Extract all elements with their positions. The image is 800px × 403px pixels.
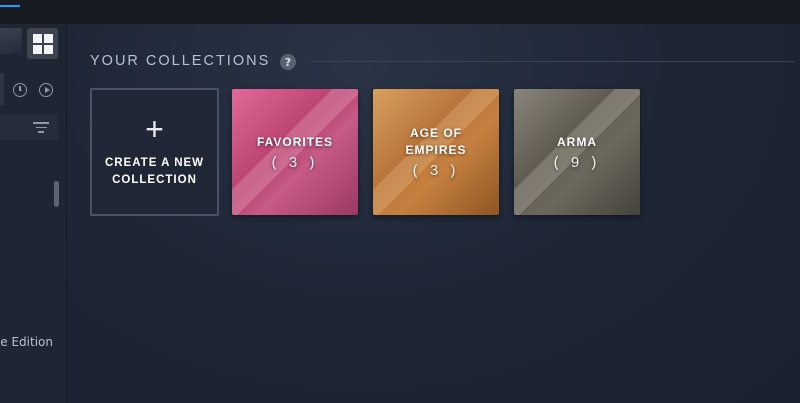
section-title: YOUR COLLECTIONS	[90, 53, 271, 69]
collection-name: FAVORITES	[256, 134, 334, 149]
collection-name: ARMA	[557, 134, 597, 149]
sidebar-game-item[interactable]: ve Edition	[0, 335, 66, 351]
collection-count: ( 9 )	[553, 153, 601, 171]
collections-view: YOUR COLLECTIONS ? + CREATE A NEW COLLEC…	[67, 24, 800, 403]
section-divider	[311, 61, 795, 62]
active-tab-indicator	[0, 5, 20, 7]
sidebar: ve Edition	[0, 24, 67, 403]
create-collection-button[interactable]: + CREATE A NEW COLLECTION	[90, 88, 219, 216]
clock-icon[interactable]	[13, 83, 27, 97]
create-collection-label: CREATE A NEW COLLECTION	[104, 157, 205, 186]
sidebar-search-field[interactable]	[0, 73, 4, 105]
collection-name: AGE OF EMPIRES	[405, 126, 467, 157]
filter-icon[interactable]	[33, 122, 49, 134]
grid-view-button[interactable]	[27, 28, 58, 59]
collection-tile-age-of-empires[interactable]: AGE OF EMPIRES ( 3 )	[373, 89, 499, 215]
collection-tile-arma[interactable]: ARMA ( 9 )	[514, 89, 640, 215]
collection-count: ( 3 )	[271, 153, 319, 171]
filter-row[interactable]	[0, 114, 58, 140]
sidebar-thumbnail[interactable]	[0, 28, 22, 54]
collection-tile-favorites[interactable]: FAVORITES ( 3 )	[232, 89, 358, 215]
sidebar-scrollbar[interactable]	[54, 181, 59, 207]
help-icon[interactable]: ?	[280, 54, 296, 70]
sidebar-game-label: ve Edition	[0, 335, 53, 349]
top-bar	[0, 0, 800, 24]
collection-count: ( 3 )	[412, 162, 460, 179]
plus-icon: +	[145, 111, 164, 147]
grid-view-icon	[32, 33, 54, 55]
play-icon[interactable]	[39, 83, 53, 97]
